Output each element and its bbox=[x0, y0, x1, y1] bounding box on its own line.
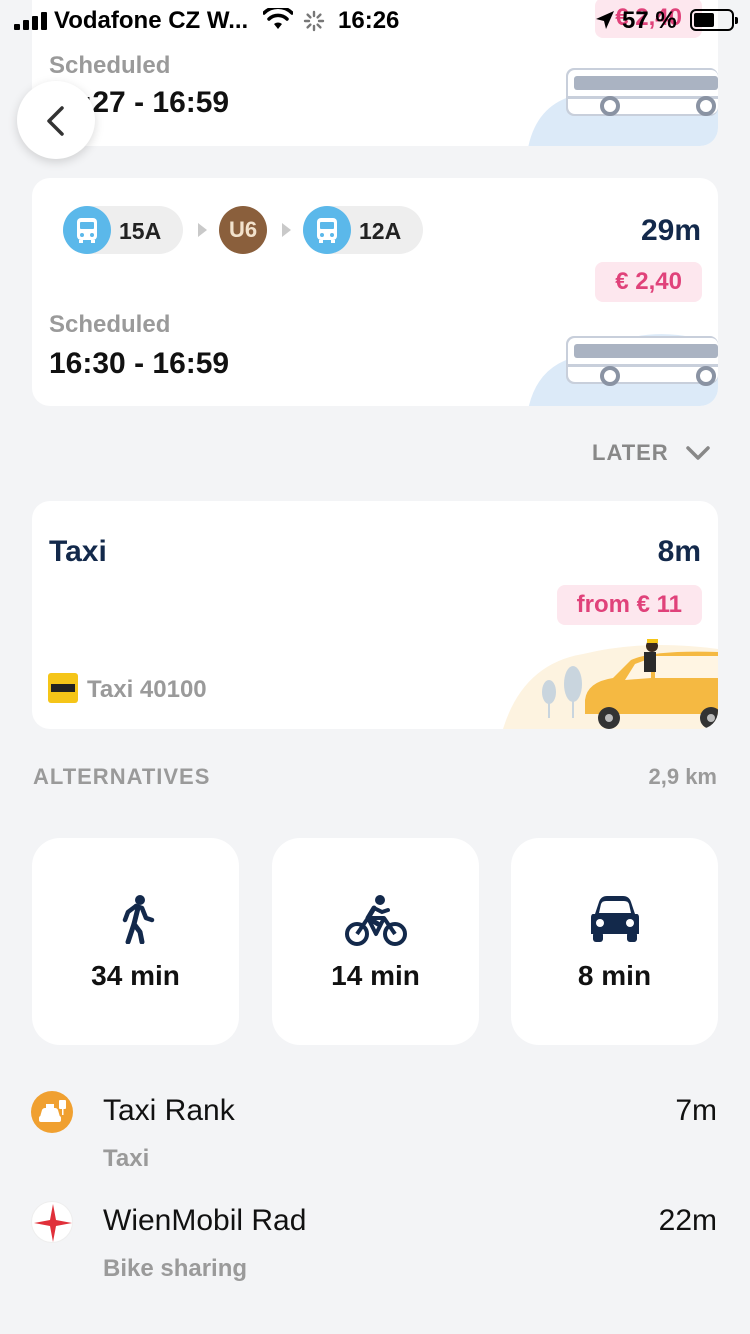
price-badge: € 2,40 bbox=[595, 262, 702, 302]
list-item-title: WienMobil Rad bbox=[103, 1204, 307, 1237]
chevron-left-icon bbox=[47, 106, 64, 136]
list-item-time: 7m bbox=[675, 1094, 717, 1127]
bicycle-icon bbox=[344, 895, 407, 946]
taxi-card[interactable]: Taxi 8m from € 11 Taxi 40100 bbox=[32, 501, 718, 729]
walk-mode-card[interactable]: 34 min bbox=[32, 838, 239, 1045]
taxi-rank-icon bbox=[31, 1091, 73, 1133]
back-button[interactable] bbox=[17, 81, 95, 159]
taxi-title: Taxi bbox=[49, 535, 107, 568]
leg-separator-icon bbox=[198, 223, 207, 237]
list-item-time: 22m bbox=[658, 1204, 717, 1237]
walk-duration: 34 min bbox=[91, 960, 180, 991]
scheduled-label: Scheduled bbox=[49, 311, 171, 338]
battery-percent: 57 % bbox=[622, 7, 677, 34]
bus-icon bbox=[63, 206, 111, 254]
car-icon bbox=[590, 896, 639, 942]
status-bar: Vodafone CZ W... 16:26 57 % bbox=[0, 0, 750, 40]
list-item-subtitle: Taxi bbox=[103, 1145, 150, 1172]
wienmobil-star-icon bbox=[31, 1201, 73, 1243]
leg-separator-icon bbox=[282, 223, 291, 237]
route-card[interactable]: 15A U6 12A 29m € 2,40 Scheduled 16:30 - … bbox=[32, 178, 718, 406]
route-duration: 29m bbox=[640, 214, 701, 247]
list-item-title: Taxi Rank bbox=[103, 1094, 235, 1127]
line-label: 12A bbox=[359, 218, 402, 244]
chevron-down-icon[interactable] bbox=[686, 444, 710, 462]
later-button[interactable]: LATER bbox=[592, 440, 669, 466]
taxi-provider-logo bbox=[48, 673, 78, 703]
taxi-provider-name: Taxi 40100 bbox=[87, 676, 207, 703]
activity-spinner-icon bbox=[303, 10, 325, 32]
clock: 16:26 bbox=[338, 7, 400, 34]
alternatives-label: ALTERNATIVES bbox=[33, 764, 211, 789]
subway-line-badge: U6 bbox=[219, 206, 267, 254]
taxi-illustration bbox=[503, 639, 718, 729]
taxi-price-badge: from € 11 bbox=[556, 585, 702, 625]
battery-icon bbox=[690, 9, 738, 31]
bus-illustration bbox=[528, 68, 718, 146]
carrier-name: Vodafone CZ W... bbox=[54, 7, 249, 34]
scheduled-label: Scheduled bbox=[49, 52, 171, 79]
bike-duration: 14 min bbox=[331, 960, 420, 991]
alternatives-distance: 2,9 km bbox=[648, 764, 718, 789]
signal-strength-icon bbox=[14, 12, 48, 30]
transit-leg-chip: 12A bbox=[303, 206, 423, 254]
bike-mode-card[interactable]: 14 min bbox=[272, 838, 479, 1045]
list-item-subtitle: Bike sharing bbox=[103, 1255, 248, 1282]
walking-icon bbox=[122, 895, 154, 945]
taxi-duration: 8m bbox=[657, 535, 701, 568]
time-range: 16:30 - 16:59 bbox=[49, 347, 230, 380]
wifi-icon bbox=[263, 8, 293, 29]
bus-icon bbox=[303, 206, 351, 254]
location-arrow-icon bbox=[596, 11, 614, 29]
bus-illustration bbox=[529, 334, 718, 406]
transit-leg-chip: 15A bbox=[63, 206, 183, 254]
car-duration: 8 min bbox=[577, 960, 652, 991]
line-label: 15A bbox=[119, 218, 162, 244]
car-mode-card[interactable]: 8 min bbox=[511, 838, 718, 1045]
